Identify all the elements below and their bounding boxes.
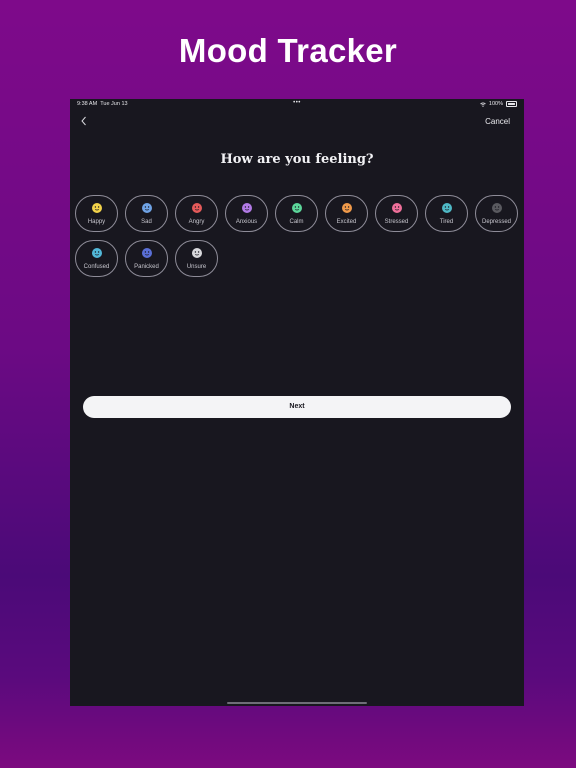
mood-option-angry[interactable]: Angry — [175, 195, 218, 232]
emoji-face-icon — [391, 203, 402, 213]
emoji-face-icon — [91, 248, 102, 258]
emoji-face-icon — [491, 203, 502, 213]
emoji-face-icon — [191, 203, 202, 213]
mood-label: Unsure — [186, 264, 207, 270]
battery-percent: 100% — [488, 101, 503, 107]
device-screen: 9:38 AM Tue Jun 13 ••• 100% Cancel How a… — [70, 99, 524, 706]
back-button[interactable] — [80, 115, 92, 129]
home-indicator — [227, 702, 367, 704]
mood-option-stressed[interactable]: Stressed — [375, 195, 418, 232]
mood-option-happy[interactable]: Happy — [75, 195, 118, 232]
mood-label: Panicked — [134, 264, 159, 270]
mood-label: Calm — [289, 219, 304, 225]
mood-option-excited[interactable]: Excited — [325, 195, 368, 232]
status-time: 9:38 AM — [77, 101, 98, 107]
mood-label: Stressed — [384, 219, 409, 225]
mood-label: Happy — [87, 219, 106, 225]
emoji-face-icon — [141, 203, 152, 213]
multitask-dots[interactable]: ••• — [293, 100, 301, 106]
chevron-left-icon — [81, 116, 86, 126]
mood-option-calm[interactable]: Calm — [275, 195, 318, 232]
mood-option-unsure[interactable]: Unsure — [175, 240, 218, 277]
mood-label: Depressed — [481, 219, 511, 225]
mood-label: Anxious — [235, 219, 258, 225]
mood-option-confused[interactable]: Confused — [75, 240, 118, 277]
mood-option-depressed[interactable]: Depressed — [475, 195, 518, 232]
mood-label: Excited — [336, 219, 357, 225]
status-right: 100% — [480, 101, 517, 107]
emoji-face-icon — [191, 248, 202, 258]
status-bar: 9:38 AM Tue Jun 13 ••• 100% — [70, 99, 524, 110]
emoji-face-icon — [441, 203, 452, 213]
battery-icon — [506, 101, 517, 107]
mood-option-sad[interactable]: Sad — [125, 195, 168, 232]
mood-option-anxious[interactable]: Anxious — [225, 195, 268, 232]
mood-label: Angry — [188, 219, 205, 225]
mood-option-tired[interactable]: Tired — [425, 195, 468, 232]
status-date: Tue Jun 13 — [100, 101, 128, 107]
emoji-face-icon — [141, 248, 152, 258]
emoji-face-icon — [291, 203, 302, 213]
emoji-face-icon — [341, 203, 352, 213]
emoji-face-icon — [91, 203, 102, 213]
mood-option-panicked[interactable]: Panicked — [125, 240, 168, 277]
status-time-date: 9:38 AM Tue Jun 13 — [77, 101, 128, 107]
mood-label: Sad — [141, 219, 152, 225]
mood-label: Tired — [439, 219, 454, 225]
cancel-button[interactable]: Cancel — [485, 117, 510, 126]
emoji-face-icon — [241, 203, 252, 213]
next-button[interactable]: Next — [83, 396, 511, 418]
mood-label: Confused — [83, 264, 110, 270]
wifi-icon — [480, 102, 486, 107]
promo-title: Mood Tracker — [178, 32, 398, 69]
question-heading: How are you feeling? — [220, 152, 374, 167]
